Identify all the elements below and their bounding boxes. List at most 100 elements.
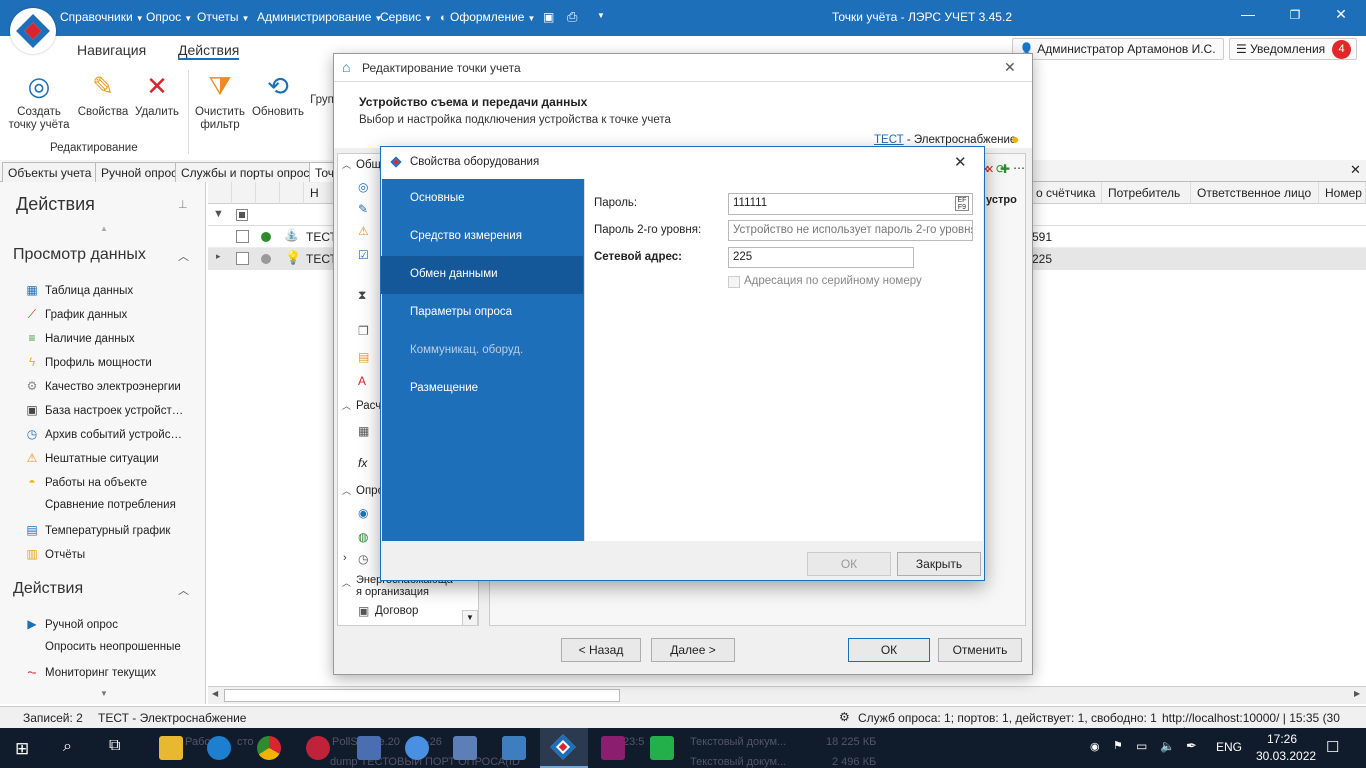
item-event-archive[interactable]: ◷ Архив событий устройс… [25, 427, 182, 441]
network-address-field[interactable]: 225 [728, 247, 914, 268]
network-icon[interactable]: ▭ [1136, 739, 1147, 753]
more-icon[interactable]: ⋯ [1013, 161, 1025, 175]
lers-taskbar-button[interactable] [540, 728, 588, 768]
file-explorer-icon[interactable] [159, 736, 183, 760]
notifications-button[interactable]: ☰ Уведомления 4 [1229, 38, 1357, 60]
tab-services-ports[interactable]: Службы и порты опроса [175, 162, 323, 182]
props-close-button[interactable]: Закрыть [897, 552, 981, 576]
nav-basic[interactable]: Основные [381, 180, 583, 218]
monitor-app-icon[interactable] [453, 736, 477, 760]
chrome-icon[interactable] [257, 736, 281, 760]
quick-access-dropdown-icon[interactable]: ▼ [597, 11, 605, 20]
item-power-quality[interactable]: ⚙ Качество электроэнергии [25, 379, 181, 393]
app-logo[interactable] [10, 8, 56, 54]
minimize-icon[interactable]: — [1238, 6, 1258, 22]
grid-header-meter[interactable]: о счётчика [1030, 182, 1102, 204]
collapse-icon[interactable]: ︿ [342, 576, 351, 589]
row-checkbox[interactable] [236, 230, 249, 243]
tree-warning-icon[interactable]: ⚠ [358, 224, 369, 238]
terminal-icon[interactable] [650, 736, 674, 760]
close-icon[interactable]: ✕ [1331, 6, 1351, 23]
edit-cancel-button[interactable]: Отменить [938, 638, 1022, 662]
tree-contract-item[interactable]: Договор [375, 605, 418, 617]
tab-objects[interactable]: Объекты учета [2, 162, 98, 182]
ribbon-tab-navigation[interactable]: Навигация [77, 42, 146, 58]
rdp-icon[interactable] [502, 736, 526, 760]
select-all-checkbox[interactable] [236, 209, 248, 221]
collapse-icon[interactable]: ︿ [342, 484, 351, 497]
tree-calc-icon[interactable]: ▦ [358, 424, 369, 438]
item-monitoring[interactable]: ⏦ Мониторинг текущих [25, 665, 156, 680]
volume-icon[interactable]: 🔈 [1160, 739, 1175, 753]
context-link[interactable]: ТЕСТ [874, 134, 904, 146]
nav-poll-params[interactable]: Параметры опроса [381, 294, 583, 332]
clock-time[interactable]: 17:26 [1267, 732, 1297, 746]
scroll-right-icon[interactable]: ▶ [1354, 689, 1360, 698]
save-icon[interactable]: ▣ [543, 10, 554, 24]
language-indicator[interactable]: ENG [1216, 740, 1242, 754]
tree-clock-icon[interactable]: ◷ [358, 552, 368, 566]
delete-button[interactable]: ✕ Удалить [133, 70, 181, 119]
clock-date[interactable]: 30.03.2022 [1256, 749, 1316, 763]
windows-start-icon[interactable]: ⊞ [15, 739, 29, 759]
pen-icon[interactable]: ✒ [1186, 738, 1197, 754]
item-settings-base[interactable]: ▣ База настроек устройст… [25, 403, 183, 417]
group-button[interactable]: Груп [310, 94, 334, 107]
user-menu[interactable]: 👤 Администратор Артамонов И.С. ▼ [1012, 38, 1224, 69]
refresh-button[interactable]: ⟲ Обновить [250, 70, 306, 119]
ribbon-tab-actions[interactable]: Действия [178, 42, 240, 60]
collapse-icon[interactable]: ︿ [342, 399, 351, 412]
tree-copy-icon[interactable]: ❐ [358, 324, 369, 338]
keyboard-icon[interactable]: EF F9 [955, 196, 969, 211]
expand-row-icon[interactable]: ▸ [216, 251, 221, 262]
edit-ok-button[interactable]: ОК [848, 638, 930, 662]
collapse-actions-icon[interactable]: ︿ [178, 582, 189, 598]
grid-header-consumer[interactable]: Потребитель [1102, 182, 1191, 204]
tab-manual-poll[interactable]: Ручной опрос [95, 162, 184, 182]
restore-icon[interactable]: ❐ [1285, 8, 1305, 22]
tree-doc-icon[interactable]: ▤ [358, 350, 369, 364]
internet-explorer-icon[interactable] [207, 736, 231, 760]
item-data-table[interactable]: ▦ Таблица данных [25, 283, 133, 297]
item-data-chart[interactable]: ⟋ График данных [25, 307, 128, 322]
tree-check-icon[interactable]: ☑ [358, 248, 369, 262]
tree-pencil-icon[interactable]: ✎ [358, 202, 368, 216]
item-temperature-chart[interactable]: ▤ Температурный график [25, 523, 170, 537]
task-view-icon[interactable]: ⧉ [109, 737, 120, 755]
item-manual-poll[interactable]: ▶ Ручной опрос [25, 617, 118, 631]
item-reports[interactable]: ▥ Отчёты [25, 547, 85, 561]
close-tab-icon[interactable]: ✕ [1350, 162, 1361, 178]
nav-measurement[interactable]: Средство измерения [381, 218, 583, 256]
nvidia-icon[interactable]: ◉ [1090, 740, 1100, 753]
app-globe-icon[interactable] [405, 736, 429, 760]
section-view-data[interactable]: Просмотр данных [13, 246, 146, 264]
props-dialog-close-icon[interactable]: ✕ [954, 153, 967, 171]
scrollbar-thumb[interactable] [224, 689, 620, 702]
nav-data-exchange[interactable]: Обмен данными [381, 256, 583, 294]
edit-dialog-close-icon[interactable]: ✕ [1004, 59, 1016, 76]
password-field[interactable]: 111111 [728, 193, 973, 215]
scroll-up-icon[interactable]: ▲ [100, 224, 108, 233]
filter-icon[interactable]: ▼ [213, 208, 224, 220]
back-button[interactable]: < Назад [561, 638, 641, 662]
clear-filter-button[interactable]: ⧩ Очистить фильтр [190, 70, 250, 132]
tree-gauge-icon[interactable]: ◎ [358, 180, 368, 194]
item-power-profile[interactable]: ϟ Профиль мощности [25, 355, 152, 369]
nav-comm-equipment[interactable]: Коммуникац. оборуд. [381, 332, 583, 370]
archiver-icon[interactable] [601, 736, 625, 760]
menu-appearance[interactable]: ◐ Оформление ▼ [440, 10, 535, 24]
network-tool-icon[interactable] [357, 736, 381, 760]
tree-weight-icon[interactable]: ⧗ [358, 288, 366, 303]
nav-placement[interactable]: Размещение [381, 370, 583, 408]
expand-icon[interactable]: › [343, 552, 347, 564]
password2-field[interactable]: Устройство не использует пароль 2-го уро… [728, 220, 973, 241]
pin-icon[interactable]: ⊥ [178, 198, 188, 211]
scroll-left-icon[interactable]: ◀ [212, 689, 218, 698]
collapse-icon[interactable]: ︿ [342, 158, 351, 171]
item-data-availability[interactable]: ≡ Наличие данных [25, 331, 134, 345]
tree-contract-icon[interactable]: ▣ [358, 604, 369, 618]
notifications-center-icon[interactable]: ☐ [1326, 738, 1339, 756]
item-consumption-compare[interactable]: Сравнение потребления [25, 499, 176, 511]
menu-reports[interactable]: Отчеты ▼ [197, 10, 249, 24]
grid-header-responsible[interactable]: Ответственное лицо [1191, 182, 1319, 204]
